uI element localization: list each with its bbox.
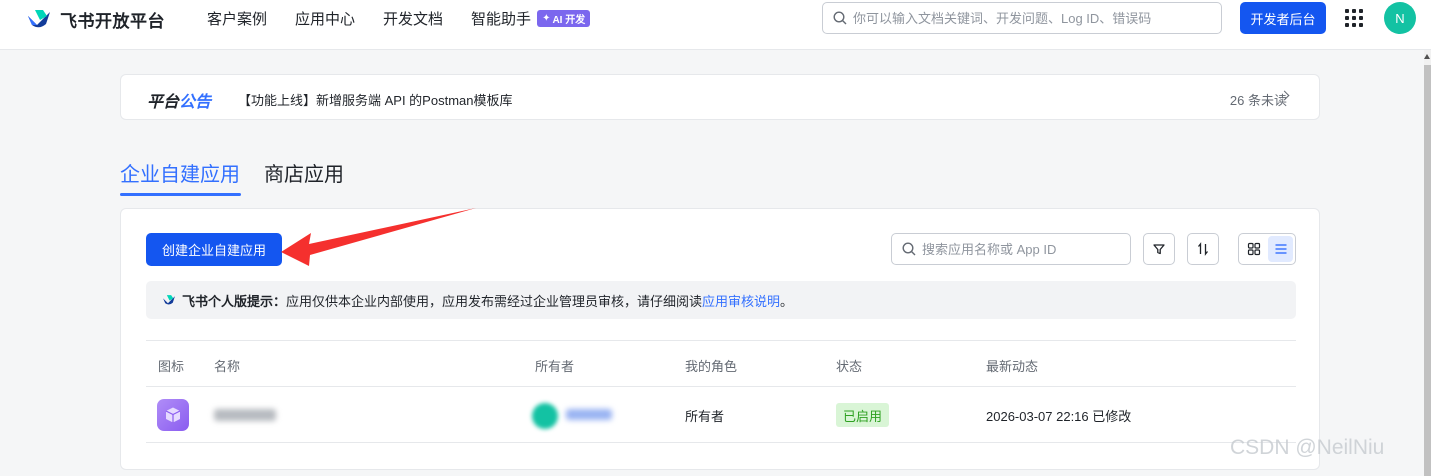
app-cube-icon <box>157 399 189 431</box>
personal-edition-notice: 飞书个人版提示： 应用仅供本企业内部使用，应用发布需经过企业管理员审核，请仔细阅… <box>146 281 1296 319</box>
feishu-logo-icon <box>28 10 50 28</box>
notice-body: 应用仅供本企业内部使用，应用发布需经过企业管理员审核，请仔细阅读 <box>286 293 703 309</box>
search-icon <box>902 242 916 256</box>
sort-button[interactable] <box>1187 233 1219 265</box>
create-enterprise-app-button[interactable]: 创建企业自建应用 <box>146 233 282 266</box>
search-icon <box>833 11 847 25</box>
announcement-unread-count[interactable]: 26 条未读 <box>1230 90 1287 109</box>
app-list-card: 创建企业自建应用 搜索应用名称或 App ID 飞书个人版提示： 应用仅供本企业… <box>120 208 1320 470</box>
main-nav: 客户案例 应用中心 开发文档 智能助手 ✦ AI 开发 <box>207 7 591 29</box>
watermark: CSDN @NeilNiu <box>1230 436 1385 459</box>
nav-item-dev-docs[interactable]: 开发文档 <box>383 8 443 29</box>
platform-announcement[interactable]: 平台公告 【功能上线】新增服务端 API 的Postman模板库 26 条未读 <box>120 74 1320 120</box>
filter-icon <box>1153 244 1165 255</box>
tab-store-apps[interactable]: 商店应用 <box>264 158 344 187</box>
active-tab-indicator <box>120 193 241 196</box>
column-header-icon: 图标 <box>158 359 185 374</box>
nav-item-smart-assistant[interactable]: 智能助手 <box>471 8 531 29</box>
notice-title: 飞书个人版提示： <box>182 293 287 309</box>
table-row[interactable]: 所有者 已启用 2026-03-07 22:16 已修改 <box>146 387 1296 443</box>
nav-item-app-center[interactable]: 应用中心 <box>295 8 355 29</box>
announcement-tag: 平台公告 <box>147 88 211 112</box>
app-table-header: 图标 名称 所有者 我的角色 状态 最新动态 <box>146 340 1296 387</box>
app-search[interactable] <box>891 233 1131 265</box>
owner-name-redacted <box>566 409 612 420</box>
column-header-status: 状态 <box>836 359 863 374</box>
brand[interactable]: 飞书开放平台 <box>26 7 165 31</box>
view-toggle <box>1238 233 1296 265</box>
scroll-up-icon[interactable] <box>1424 54 1430 59</box>
status-badge: 已启用 <box>836 403 890 427</box>
column-header-name: 名称 <box>214 359 241 374</box>
sort-icon <box>1197 242 1209 256</box>
announcement-tag-part2: 公告 <box>179 94 212 111</box>
announcement-text[interactable]: 【功能上线】新增服务端 API 的Postman模板库 <box>238 90 512 109</box>
grid-view-icon <box>1247 242 1260 256</box>
app-review-guide-link[interactable]: 应用审核说明 <box>702 291 780 310</box>
latest-activity-cell: 2026-03-07 22:16 已修改 <box>986 409 1132 424</box>
column-header-latest-activity: 最新动态 <box>986 359 1039 374</box>
nav-item-customer-cases[interactable]: 客户案例 <box>207 8 267 29</box>
owner-avatar <box>532 403 558 429</box>
sparkle-icon: ✦ <box>542 12 551 24</box>
announcement-tag-part1: 平台 <box>147 94 180 111</box>
developer-console-button[interactable]: 开发者后台 <box>1240 2 1326 34</box>
brand-name: 飞书开放平台 <box>60 11 165 31</box>
app-grid-icon[interactable] <box>1345 9 1363 27</box>
my-role-cell: 所有者 <box>685 409 725 424</box>
app-name-redacted[interactable] <box>214 409 276 421</box>
column-header-my-role: 我的角色 <box>685 359 738 374</box>
feishu-logo-icon <box>163 295 175 305</box>
list-view-icon <box>1275 244 1286 254</box>
notice-end: 。 <box>780 293 794 309</box>
user-avatar[interactable]: N <box>1384 2 1416 34</box>
scroll-thumb[interactable] <box>1424 65 1431 476</box>
column-header-owner: 所有者 <box>535 359 575 374</box>
filter-button[interactable] <box>1143 233 1175 265</box>
page-scrollbar[interactable] <box>1424 50 1431 476</box>
app-search-input[interactable] <box>922 241 1122 257</box>
global-search[interactable] <box>822 2 1222 34</box>
ai-dev-badge[interactable]: ✦ AI 开发 <box>537 9 591 27</box>
ai-dev-badge-label: AI 开发 <box>552 14 586 26</box>
top-navigation-bar: 飞书开放平台 客户案例 应用中心 开发文档 智能助手 ✦ AI 开发 开发者后台… <box>0 0 1431 50</box>
grid-view-button[interactable] <box>1241 236 1266 262</box>
tab-enterprise-apps[interactable]: 企业自建应用 <box>120 158 240 187</box>
global-search-input[interactable] <box>853 10 1213 26</box>
list-view-button[interactable] <box>1268 236 1293 262</box>
